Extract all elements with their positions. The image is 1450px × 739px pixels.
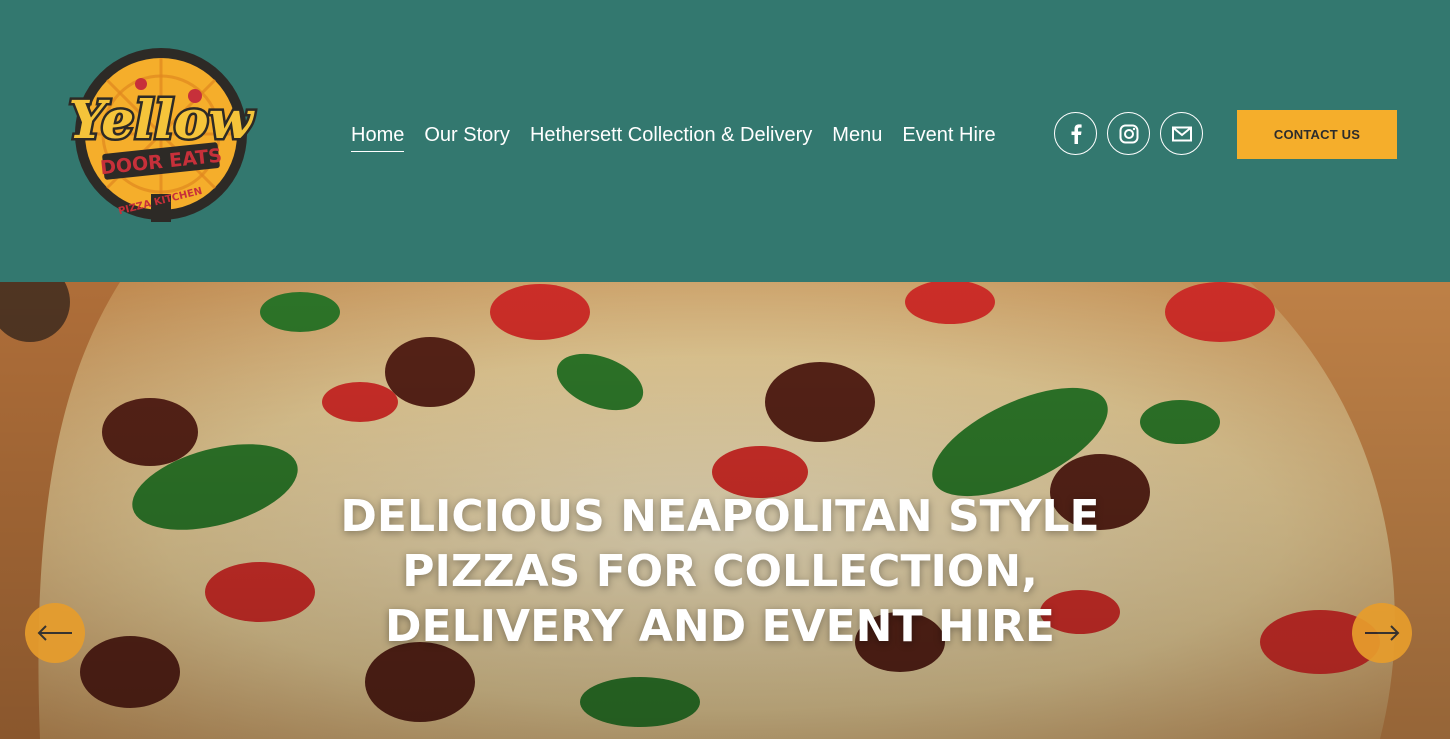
hero-headline: DELICIOUS NEAPOLITAN STYLE PIZZAS FOR CO… <box>340 491 1100 653</box>
facebook-link[interactable] <box>1054 112 1097 155</box>
arrow-left-icon <box>37 625 72 641</box>
instagram-icon <box>1119 124 1138 143</box>
email-icon <box>1171 126 1192 141</box>
facebook-icon <box>1071 123 1082 144</box>
site-logo[interactable]: Yellow DOOR EATS PIZZA KITCHEN <box>55 44 267 224</box>
nav-our-story[interactable]: Our Story <box>424 121 510 149</box>
email-link[interactable] <box>1160 112 1203 155</box>
site-header: Yellow DOOR EATS PIZZA KITCHEN Home Our … <box>0 0 1450 282</box>
nav-hethersett-collection-delivery[interactable]: Hethersett Collection & Delivery <box>530 121 812 149</box>
instagram-link[interactable] <box>1107 112 1150 155</box>
logo-wordmark: Yellow <box>69 90 256 151</box>
social-links <box>1054 112 1203 155</box>
contact-us-button[interactable]: CONTACT US <box>1237 110 1397 159</box>
nav-event-hire[interactable]: Event Hire <box>902 121 995 149</box>
arrow-right-icon <box>1365 625 1400 641</box>
nav-home[interactable]: Home <box>351 121 405 152</box>
slideshow-next-button[interactable] <box>1352 603 1412 663</box>
hero-slideshow: DELICIOUS NEAPOLITAN STYLE PIZZAS FOR CO… <box>0 282 1450 739</box>
main-navigation: Home Our Story Hethersett Collection & D… <box>351 121 1016 152</box>
slideshow-prev-button[interactable] <box>25 603 85 663</box>
nav-menu[interactable]: Menu <box>832 121 882 149</box>
